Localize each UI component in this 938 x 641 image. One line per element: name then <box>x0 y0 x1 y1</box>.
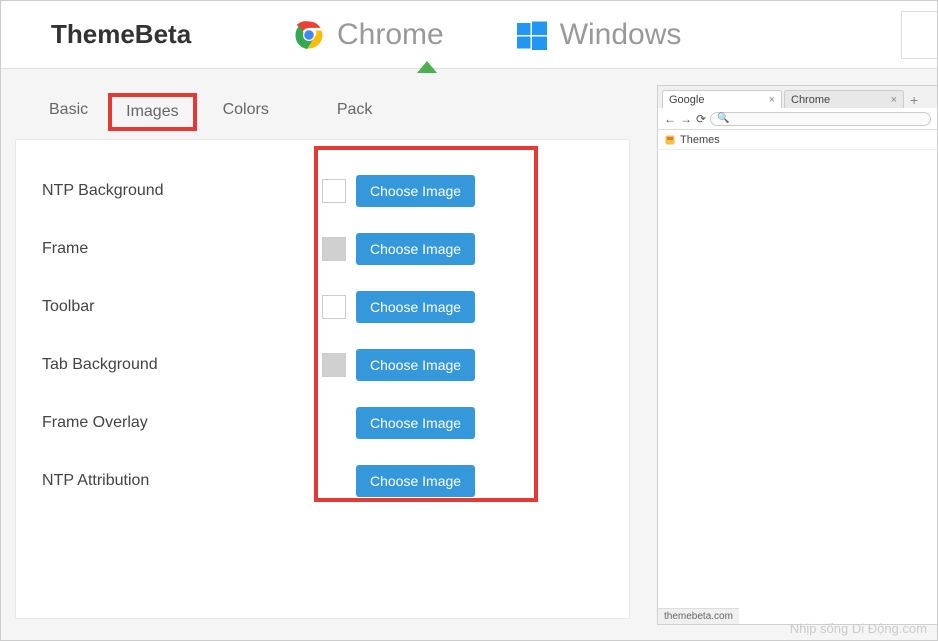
preview-tabstrip: Google × Chrome × + <box>658 86 937 108</box>
choose-image-button[interactable]: Choose Image <box>356 233 475 265</box>
swatch-empty <box>322 411 346 435</box>
nav-chrome[interactable]: Chrome <box>291 17 444 53</box>
choose-image-button[interactable]: Choose Image <box>356 291 475 323</box>
swatch-ntp-background[interactable] <box>322 179 346 203</box>
tab-basic[interactable]: Basic <box>33 93 104 131</box>
new-tab-button[interactable]: + <box>906 92 922 108</box>
swatch-empty <box>322 469 346 493</box>
choose-image-button[interactable]: Choose Image <box>356 465 475 497</box>
swatch-toolbar[interactable] <box>322 295 346 319</box>
reload-icon[interactable]: ⟳ <box>696 112 706 126</box>
choose-image-button[interactable]: Choose Image <box>356 407 475 439</box>
preview-tab-title: Chrome <box>791 94 830 106</box>
bookmark-icon <box>664 134 676 146</box>
close-icon[interactable]: × <box>891 94 897 106</box>
swatch-tab-background[interactable] <box>322 353 346 377</box>
row-label: NTP Background <box>42 182 322 200</box>
choose-image-button[interactable]: Choose Image <box>356 349 475 381</box>
nav-windows-label: Windows <box>560 18 682 52</box>
tab-images[interactable]: Images <box>108 93 196 131</box>
brand-title: ThemeBeta <box>51 19 291 50</box>
windows-icon <box>514 17 550 53</box>
row-label: Frame <box>42 240 322 258</box>
row-tab-background: Tab Background Choose Image <box>42 336 603 394</box>
row-label: Toolbar <box>42 298 322 316</box>
bookmark-label[interactable]: Themes <box>680 134 720 146</box>
forward-icon[interactable]: → <box>680 112 692 126</box>
close-icon[interactable]: × <box>769 94 775 106</box>
header: ThemeBeta Chrome Windows <box>1 1 937 69</box>
row-ntp-attribution: NTP Attribution Choose Image <box>42 452 603 510</box>
active-nav-caret <box>417 61 437 73</box>
editor-panel: Basic Images Colors Pack NTP Background … <box>15 79 630 640</box>
preview-toolbar: ← → ⟳ 🔍 <box>658 108 937 130</box>
row-label: Frame Overlay <box>42 414 322 432</box>
address-bar[interactable]: 🔍 <box>710 112 931 126</box>
choose-image-button[interactable]: Choose Image <box>356 175 475 207</box>
nav-chrome-label: Chrome <box>337 18 444 52</box>
back-icon[interactable]: ← <box>664 112 676 126</box>
preview-content <box>658 150 937 606</box>
swatch-frame[interactable] <box>322 237 346 261</box>
row-frame-overlay: Frame Overlay Choose Image <box>42 394 603 452</box>
tab-colors[interactable]: Colors <box>207 93 285 131</box>
row-label: NTP Attribution <box>42 472 322 490</box>
main: Basic Images Colors Pack NTP Background … <box>1 69 937 640</box>
row-label: Tab Background <box>42 356 322 374</box>
images-panel: NTP Background Choose Image Frame Choose… <box>15 139 630 619</box>
preview-tab-title: Google <box>669 94 704 106</box>
tab-pack[interactable]: Pack <box>321 93 389 131</box>
header-menu-box[interactable] <box>901 11 937 59</box>
row-frame: Frame Choose Image <box>42 220 603 278</box>
row-toolbar: Toolbar Choose Image <box>42 278 603 336</box>
editor-tabs: Basic Images Colors Pack <box>15 79 630 139</box>
preview-tab-google[interactable]: Google × <box>662 90 782 108</box>
row-ntp-background: NTP Background Choose Image <box>42 162 603 220</box>
bookmark-bar: Themes <box>658 130 937 150</box>
nav-windows[interactable]: Windows <box>514 17 682 53</box>
watermark: Nhịp sống Di Động.com <box>790 621 927 636</box>
browser-preview: Google × Chrome × + ← → ⟳ 🔍 Themes t <box>657 85 937 625</box>
preview-tab-chrome[interactable]: Chrome × <box>784 90 904 108</box>
chrome-icon <box>291 17 327 53</box>
search-icon: 🔍 <box>717 113 729 124</box>
preview-status-bar: themebeta.com <box>658 608 739 624</box>
